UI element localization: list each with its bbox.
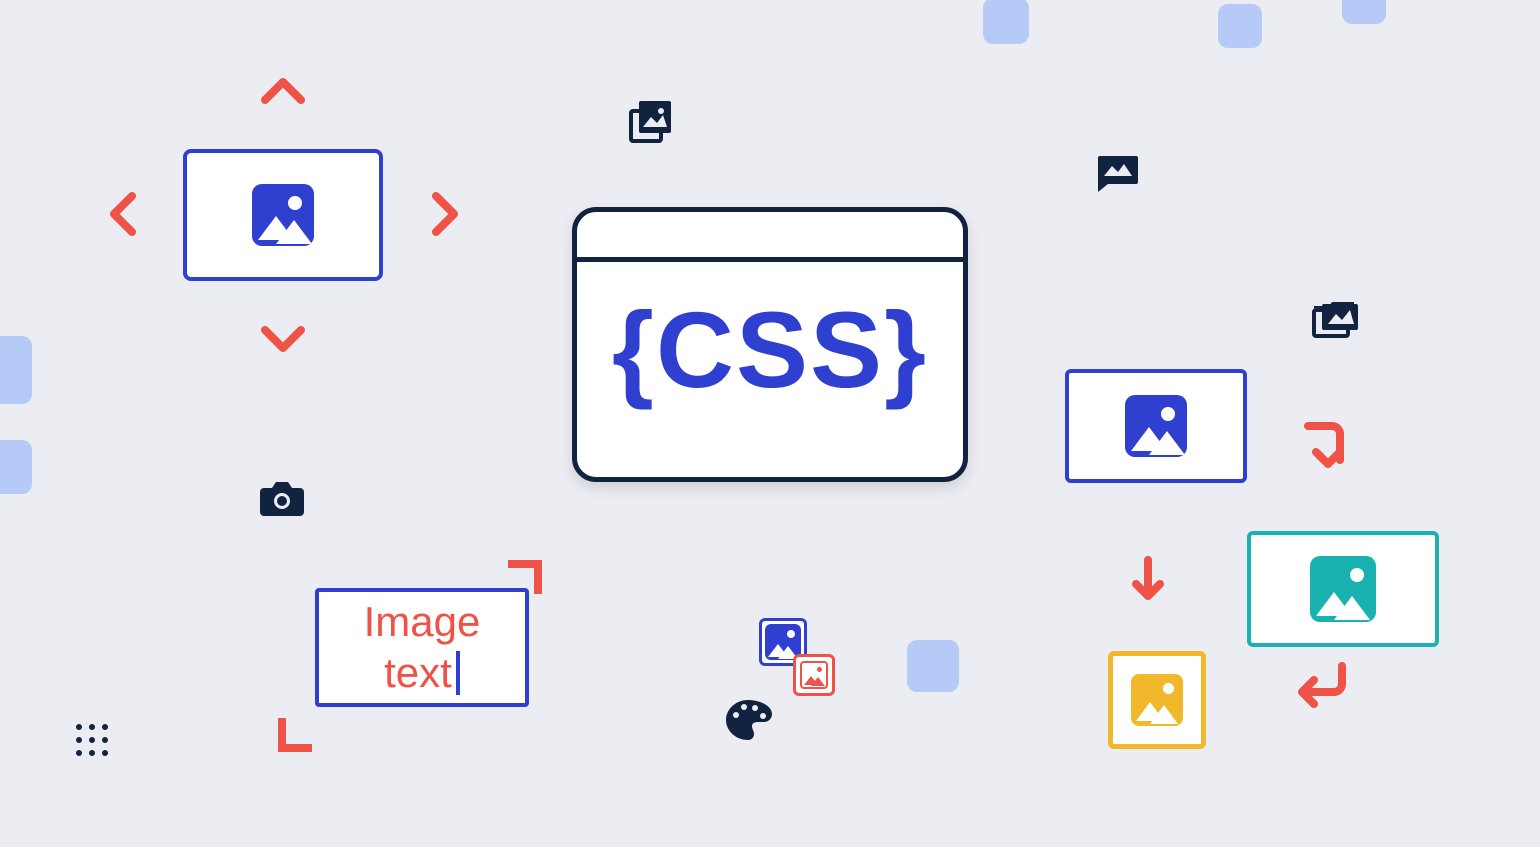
css-text: CSS — [656, 289, 884, 410]
brace-close: } — [884, 289, 928, 410]
arrow-down-icon — [1130, 556, 1166, 606]
image-card-teal — [1247, 531, 1439, 647]
text-line-1: Image — [364, 598, 481, 645]
chevron-right-icon — [430, 192, 460, 236]
image-icon — [800, 661, 828, 689]
crop-corner-top-right — [508, 560, 542, 594]
decorative-square — [1342, 0, 1386, 24]
decorative-square — [0, 336, 32, 404]
crop-corner-bottom-left — [278, 718, 312, 752]
chevron-up-icon — [261, 76, 305, 106]
image-card-medium — [1065, 369, 1247, 483]
mms-icon — [1094, 152, 1140, 194]
decorative-square — [1218, 4, 1262, 48]
image-card-yellow — [1108, 651, 1206, 749]
window-titlebar — [577, 212, 963, 262]
text-cursor — [456, 651, 460, 695]
css-window-card: {CSS} — [572, 207, 968, 482]
decorative-square — [0, 440, 32, 494]
camera-icon — [258, 478, 306, 518]
image-icon — [1310, 556, 1376, 622]
image-icon — [252, 184, 314, 246]
brace-open: { — [612, 289, 656, 410]
text-line-2: text — [384, 649, 452, 696]
grip-dots-icon — [76, 724, 108, 756]
image-icon — [1131, 674, 1183, 726]
folder-image-icon — [1310, 296, 1362, 340]
image-icon — [1125, 395, 1187, 457]
decorative-square — [907, 640, 959, 692]
photo-stack-icon — [627, 97, 675, 145]
image-text-card: Image text — [315, 588, 529, 707]
decorative-square — [983, 0, 1029, 44]
chevron-down-icon — [261, 324, 305, 354]
image-card-with-arrows — [183, 149, 383, 281]
css-label: {CSS} — [577, 287, 963, 412]
chevron-left-icon — [108, 192, 138, 236]
mini-image-frame-red — [793, 654, 835, 696]
arrow-turn-down-icon — [1302, 420, 1350, 476]
palette-icon — [724, 698, 772, 742]
arrow-return-icon — [1290, 660, 1350, 712]
